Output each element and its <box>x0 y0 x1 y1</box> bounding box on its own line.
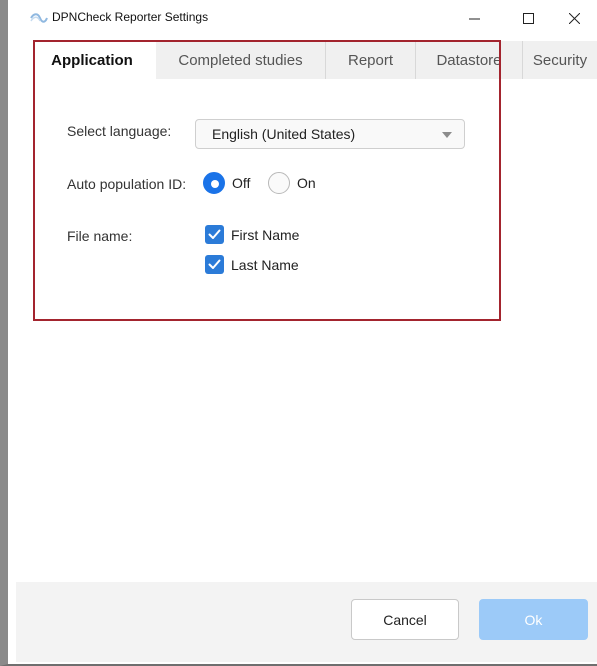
maximize-button[interactable] <box>505 0 551 36</box>
radio-unchecked-icon <box>268 172 290 194</box>
settings-content: Application Completed studies Report Dat… <box>16 36 597 662</box>
window-title: DPNCheck Reporter Settings <box>52 10 209 24</box>
language-select-value: English (United States) <box>212 126 356 142</box>
last-name-checkbox[interactable]: Last Name <box>205 255 299 274</box>
auto-population-on-radio[interactable]: On <box>268 172 316 194</box>
tab-report[interactable]: Report <box>326 41 416 79</box>
close-icon <box>568 12 580 24</box>
checkmark-icon <box>205 255 224 274</box>
title-bar[interactable]: DPNCheck Reporter Settings <box>16 0 597 36</box>
first-name-checkbox[interactable]: First Name <box>205 225 299 244</box>
settings-window: DPNCheck Reporter Settings Application C… <box>0 0 597 666</box>
minimize-button[interactable] <box>451 0 497 36</box>
last-name-label: Last Name <box>231 256 299 273</box>
auto-population-off-radio[interactable]: Off <box>203 172 250 194</box>
checkmark-icon <box>205 225 224 244</box>
chevron-down-icon <box>442 132 452 138</box>
dialog-footer: Cancel Ok <box>16 582 597 662</box>
auto-population-label: Auto population ID: <box>67 176 187 192</box>
maximize-icon <box>522 12 534 24</box>
tab-application[interactable]: Application <box>28 41 156 79</box>
radio-off-label: Off <box>232 175 251 191</box>
language-select[interactable]: English (United States) <box>195 119 465 149</box>
file-name-label: File name: <box>67 228 133 244</box>
cancel-button[interactable]: Cancel <box>351 599 459 640</box>
app-logo-icon <box>30 13 48 23</box>
radio-checked-icon <box>203 172 225 194</box>
tab-security[interactable]: Security <box>523 41 597 79</box>
ok-button[interactable]: Ok <box>479 599 588 640</box>
tab-completed-studies[interactable]: Completed studies <box>156 41 326 79</box>
radio-on-label: On <box>297 175 316 191</box>
minimize-icon <box>468 18 480 19</box>
language-label: Select language: <box>67 123 172 139</box>
tab-datastore[interactable]: Datastore <box>416 41 523 79</box>
settings-tabs: Application Completed studies Report Dat… <box>28 41 597 79</box>
first-name-label: First Name <box>231 226 300 243</box>
close-button[interactable] <box>551 0 597 36</box>
